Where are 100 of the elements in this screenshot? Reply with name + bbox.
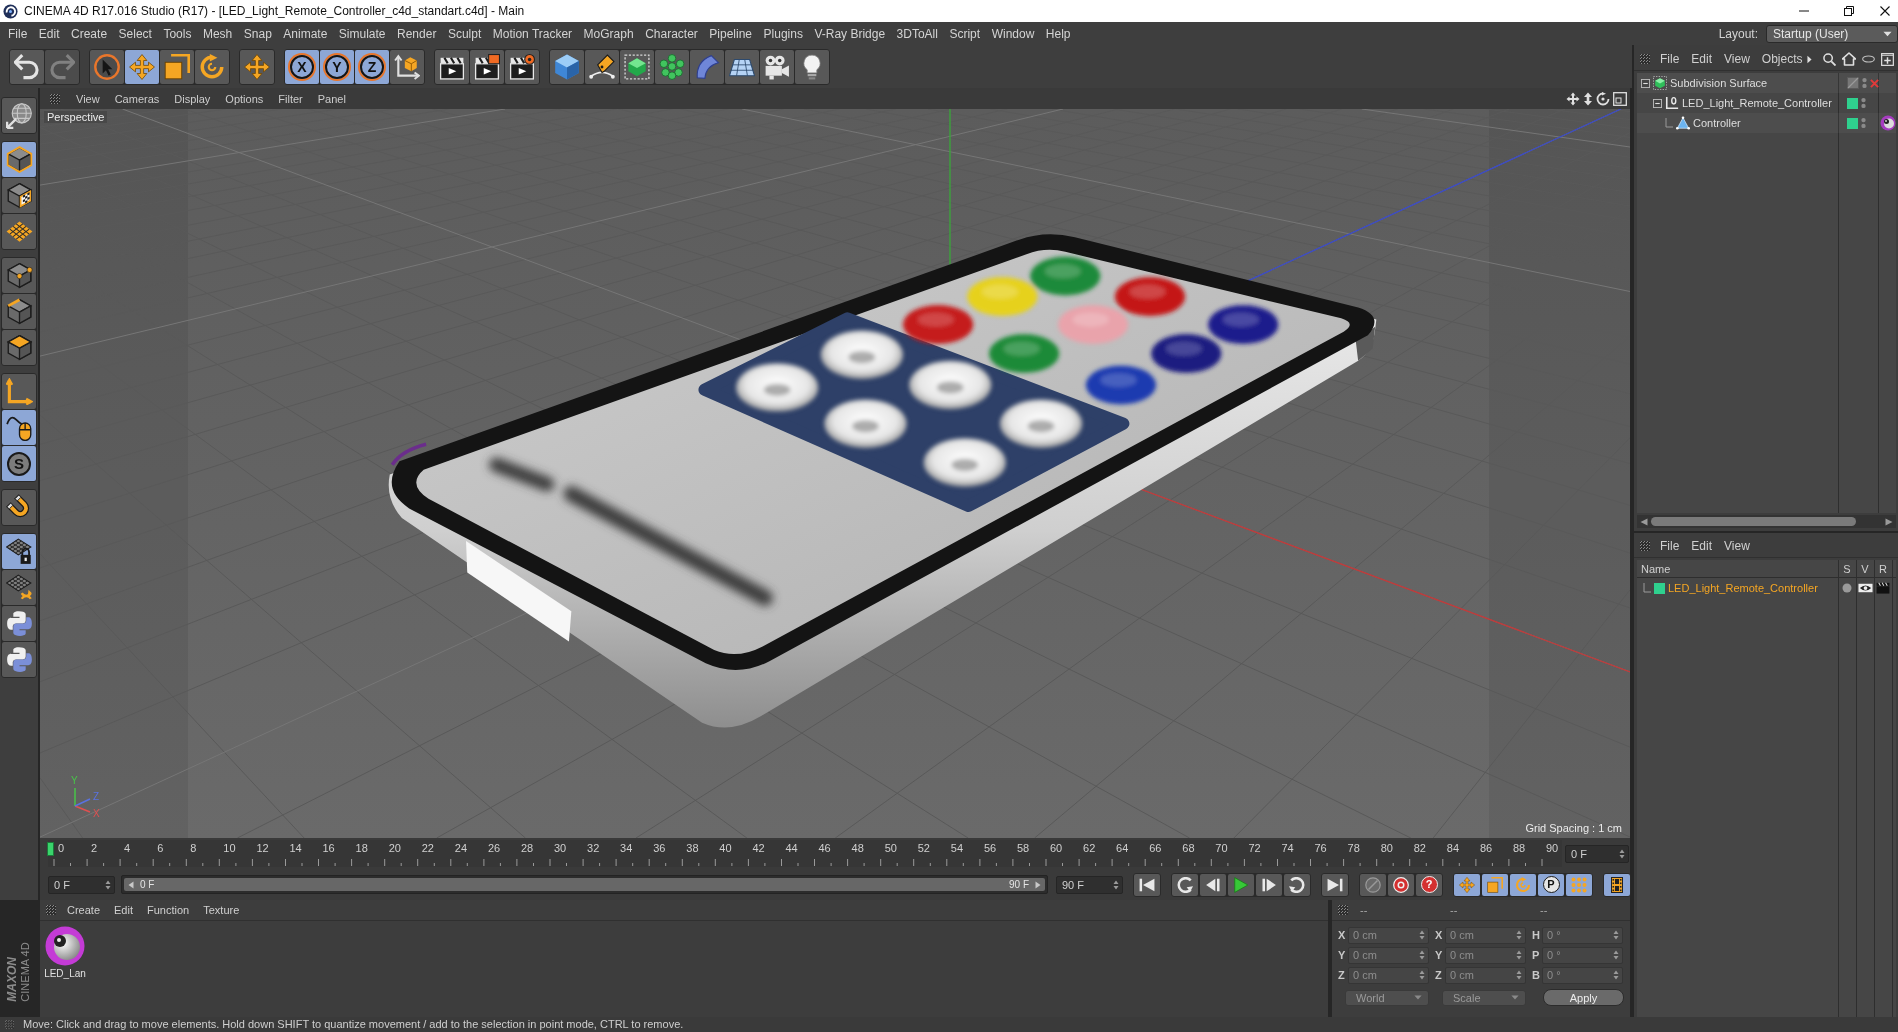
timeline-ruler[interactable]: 0 2 4 6 8 10 12 14 16 18 20 22 24 26 28 30 32 34 36 38 40 42 44 46 48 50 52 54 56 58 60 62 64 66 68 70 72 74 76 78 80 82 84 86 88 90: [48, 840, 1562, 867]
vertical-arrows-icon[interactable]: [1583, 91, 1593, 106]
start-frame-field[interactable]: 0 F: [48, 875, 115, 894]
record-parameter-button[interactable]: P: [1538, 873, 1564, 896]
orbit-arrows-icon[interactable]: [1596, 91, 1610, 106]
menu-item[interactable]: Texture: [203, 904, 240, 916]
menu-item[interactable]: Create: [71, 26, 108, 41]
visibility-dots-icon[interactable]: [1862, 77, 1867, 89]
go-to-start-button[interactable]: [1134, 873, 1160, 896]
model-mode-button[interactable]: [2, 142, 36, 177]
tweak-mode-button[interactable]: [2, 410, 36, 445]
visibility-dots-icon[interactable]: [1861, 97, 1866, 109]
keyframe-selection-button[interactable]: ?: [1416, 873, 1442, 896]
menu-item[interactable]: MoGraph: [583, 26, 634, 41]
menu-item[interactable]: Mesh: [202, 26, 233, 41]
lock-workplane-button[interactable]: [2, 534, 36, 569]
record-points-button[interactable]: [1566, 873, 1592, 896]
python-script-button[interactable]: [2, 606, 36, 641]
python-script-button[interactable]: [2, 642, 36, 677]
menu-item[interactable]: Character: [645, 26, 698, 41]
panel-grip-icon[interactable]: [1640, 541, 1650, 551]
undo-button[interactable]: [10, 49, 44, 84]
menu-item[interactable]: Objects: [1761, 52, 1803, 66]
previous-frame-button[interactable]: [1200, 873, 1226, 896]
panel-grip-icon[interactable]: [1338, 905, 1348, 915]
layer-color-swatch[interactable]: [1847, 97, 1858, 109]
menu-item[interactable]: Animate: [283, 26, 328, 41]
light-button[interactable]: [795, 49, 829, 84]
menu-item[interactable]: V-Ray Bridge: [814, 26, 886, 41]
selection-tool-button[interactable]: [90, 49, 124, 84]
scrollbar-thumb[interactable]: [1651, 517, 1856, 526]
caret-right-icon[interactable]: [1806, 54, 1812, 64]
menu-item[interactable]: Edit: [1691, 52, 1713, 66]
triangle-left-icon[interactable]: [128, 880, 134, 889]
play-button[interactable]: [1228, 873, 1254, 896]
apply-button[interactable]: Apply: [1543, 989, 1624, 1006]
menu-item[interactable]: Render: [397, 26, 437, 41]
menu-item[interactable]: Panel: [317, 92, 346, 105]
points-mode-button[interactable]: [2, 258, 36, 293]
plus-box-icon[interactable]: [1881, 52, 1894, 66]
menu-item[interactable]: Edit: [114, 904, 133, 916]
menu-item[interactable]: Edit: [38, 26, 60, 41]
arrow-left-icon[interactable]: [1640, 517, 1648, 526]
coordinate-system-button[interactable]: [390, 49, 424, 84]
menu-item[interactable]: Display: [174, 92, 211, 105]
empty-layer-swatch[interactable]: [1847, 77, 1859, 89]
menu-item[interactable]: Function: [147, 904, 190, 916]
current-frame-field[interactable]: 0 F: [1565, 844, 1629, 863]
render-view-button[interactable]: [435, 49, 469, 84]
edges-mode-button[interactable]: [2, 294, 36, 329]
menu-item[interactable]: Filter: [278, 92, 303, 105]
scale-tool-button[interactable]: [160, 49, 194, 84]
visibility-dots-icon[interactable]: [1861, 117, 1866, 129]
align-workplane-button[interactable]: [2, 570, 36, 605]
ellipse-icon[interactable]: [1862, 55, 1875, 63]
menu-item[interactable]: View: [1724, 539, 1750, 553]
x-axis-button[interactable]: X: [285, 49, 319, 84]
menu-item[interactable]: Tools: [163, 26, 192, 41]
collapse-icon[interactable]: [1653, 98, 1662, 108]
layer-color-swatch[interactable]: [1654, 582, 1665, 594]
autokey-button[interactable]: [1360, 873, 1386, 896]
render-button[interactable]: [470, 49, 504, 84]
recent-tool-button[interactable]: [240, 49, 274, 84]
collapse-icon[interactable]: [1641, 78, 1650, 88]
deformer-button[interactable]: [690, 49, 724, 84]
menu-item[interactable]: View: [1724, 52, 1750, 66]
horizontal-scrollbar[interactable]: [1637, 515, 1896, 528]
maximize-icon[interactable]: [1613, 91, 1627, 106]
subdivision-button[interactable]: [620, 49, 654, 84]
menu-item[interactable]: Options: [225, 92, 264, 105]
magnet-button[interactable]: [2, 490, 36, 525]
panel-grip-icon[interactable]: [1640, 54, 1650, 64]
object-row[interactable]: Controller: [1637, 113, 1896, 133]
layer-color-swatch[interactable]: [1847, 117, 1858, 129]
menu-item[interactable]: File: [1660, 539, 1680, 553]
record-button[interactable]: [1388, 873, 1414, 896]
polygons-mode-button[interactable]: [2, 330, 36, 365]
next-key-button[interactable]: [1284, 873, 1310, 896]
pan-arrows-icon[interactable]: [1566, 91, 1580, 106]
menu-item[interactable]: Sculpt: [447, 26, 482, 41]
menu-item[interactable]: Plugins: [763, 26, 803, 41]
move-tool-button[interactable]: [125, 49, 159, 84]
menu-item[interactable]: Cameras: [114, 92, 160, 105]
end-frame-field[interactable]: 90 F: [1056, 875, 1123, 894]
cloner-button[interactable]: [655, 49, 689, 84]
panel-grip-icon[interactable]: [50, 93, 60, 104]
menu-item[interactable]: File: [1660, 52, 1680, 66]
render-settings-button[interactable]: [505, 49, 539, 84]
z-axis-button[interactable]: Z: [355, 49, 389, 84]
eye-icon[interactable]: [1857, 583, 1873, 593]
viewport-canvas[interactable]: Perspective Y Z X Grid Spacing : 1 cm: [40, 109, 1630, 838]
panel-grip-icon[interactable]: [46, 905, 56, 915]
menu-item[interactable]: File: [8, 26, 28, 41]
next-frame-button[interactable]: [1256, 873, 1282, 896]
y-axis-button[interactable]: Y: [320, 49, 354, 84]
menu-item[interactable]: Help: [1045, 26, 1071, 41]
floor-button[interactable]: [725, 49, 759, 84]
menu-item[interactable]: 3DToAll: [896, 26, 938, 41]
sphere-tag-icon[interactable]: [1879, 115, 1896, 131]
axis-mode-button[interactable]: [2, 374, 36, 409]
